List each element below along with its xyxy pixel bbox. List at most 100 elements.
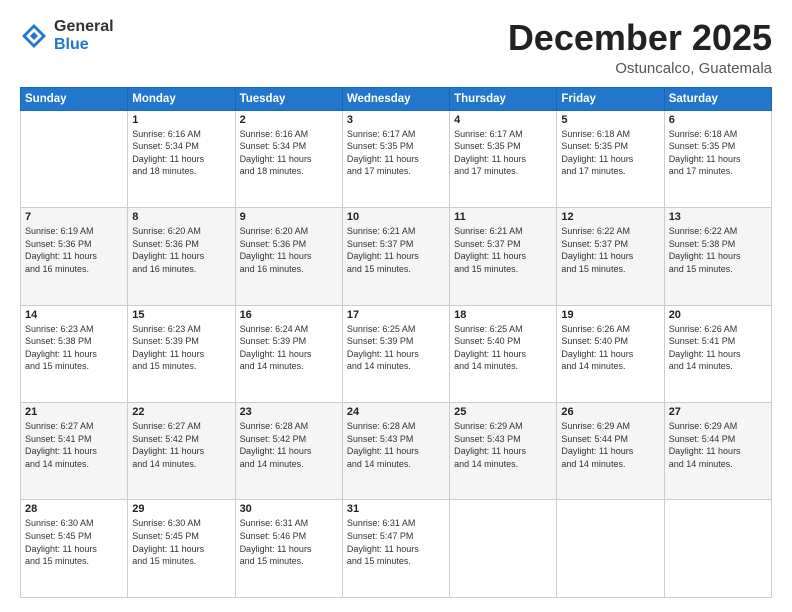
calendar-cell: 27 Sunrise: 6:29 AM Sunset: 5:44 PM Dayli… [664, 403, 771, 500]
day-info: Sunrise: 6:30 AM Sunset: 5:45 PM Dayligh… [25, 517, 123, 567]
calendar-cell: 2Sunrise: 6:16 AM Sunset: 5:34 PM Daylig… [235, 110, 342, 207]
calendar-cell: 7 Sunrise: 6:19 AM Sunset: 5:36 PM Daylig… [21, 208, 128, 305]
calendar-cell: 4Sunrise: 6:17 AM Sunset: 5:35 PM Daylig… [450, 110, 557, 207]
day-info: Sunrise: 6:16 AM Sunset: 5:34 PM Dayligh… [132, 128, 230, 178]
day-info: Sunrise: 6:28 AM Sunset: 5:42 PM Dayligh… [240, 420, 338, 470]
day-info: Sunrise: 6:18 AM Sunset: 5:35 PM Dayligh… [561, 128, 659, 178]
calendar-cell: 18Sunrise: 6:25 AM Sunset: 5:40 PM Dayli… [450, 305, 557, 402]
day-info: Sunrise: 6:22 AM Sunset: 5:37 PM Dayligh… [561, 225, 659, 275]
day-info: Sunrise: 6:25 AM Sunset: 5:39 PM Dayligh… [347, 323, 445, 373]
calendar-cell: 11Sunrise: 6:21 AM Sunset: 5:37 PM Dayli… [450, 208, 557, 305]
weekday-header-monday: Monday [128, 87, 235, 110]
weekday-header-sunday: Sunday [21, 87, 128, 110]
day-number: 20 [669, 309, 767, 321]
day-info: Sunrise: 6:23 AM Sunset: 5:39 PM Dayligh… [132, 323, 230, 373]
calendar-cell: 16Sunrise: 6:24 AM Sunset: 5:39 PM Dayli… [235, 305, 342, 402]
day-info: Sunrise: 6:30 AM Sunset: 5:45 PM Dayligh… [132, 517, 230, 567]
day-info: Sunrise: 6:22 AM Sunset: 5:38 PM Dayligh… [669, 225, 767, 275]
calendar-cell: 9 Sunrise: 6:20 AM Sunset: 5:36 PM Daylig… [235, 208, 342, 305]
day-info: Sunrise: 6:26 AM Sunset: 5:40 PM Dayligh… [561, 323, 659, 373]
day-number: 22 [132, 406, 230, 418]
day-number: 9 [240, 211, 338, 223]
logo-icon [20, 22, 48, 50]
calendar-cell: 20Sunrise: 6:26 AM Sunset: 5:41 PM Dayli… [664, 305, 771, 402]
calendar-cell: 13Sunrise: 6:22 AM Sunset: 5:38 PM Dayli… [664, 208, 771, 305]
logo-blue: Blue [54, 36, 114, 54]
calendar-cell: 22 Sunrise: 6:27 AM Sunset: 5:42 PM Dayli… [128, 403, 235, 500]
day-info: Sunrise: 6:19 AM Sunset: 5:36 PM Dayligh… [25, 225, 123, 275]
week-row-2: 7 Sunrise: 6:19 AM Sunset: 5:36 PM Daylig… [21, 208, 772, 305]
day-number: 24 [347, 406, 445, 418]
weekday-header-row: SundayMondayTuesdayWednesdayThursdayFrid… [21, 87, 772, 110]
week-row-4: 21 Sunrise: 6:27 AM Sunset: 5:41 PM Dayli… [21, 403, 772, 500]
day-number: 4 [454, 114, 552, 126]
weekday-header-tuesday: Tuesday [235, 87, 342, 110]
day-info: Sunrise: 6:31 AM Sunset: 5:46 PM Dayligh… [240, 517, 338, 567]
month-title: December 2025 [508, 18, 772, 58]
calendar-cell: 15Sunrise: 6:23 AM Sunset: 5:39 PM Dayli… [128, 305, 235, 402]
day-number: 12 [561, 211, 659, 223]
calendar-cell: 1 Sunrise: 6:16 AM Sunset: 5:34 PM Daylig… [128, 110, 235, 207]
day-number: 29 [132, 503, 230, 515]
day-info: Sunrise: 6:27 AM Sunset: 5:42 PM Dayligh… [132, 420, 230, 470]
page: General Blue December 2025 Ostuncalco, G… [0, 0, 792, 612]
day-number: 17 [347, 309, 445, 321]
day-number: 23 [240, 406, 338, 418]
calendar-cell: 8 Sunrise: 6:20 AM Sunset: 5:36 PM Daylig… [128, 208, 235, 305]
day-number: 5 [561, 114, 659, 126]
day-number: 21 [25, 406, 123, 418]
calendar-cell: 5 Sunrise: 6:18 AM Sunset: 5:35 PM Daylig… [557, 110, 664, 207]
day-number: 19 [561, 309, 659, 321]
day-info: Sunrise: 6:18 AM Sunset: 5:35 PM Dayligh… [669, 128, 767, 178]
day-info: Sunrise: 6:27 AM Sunset: 5:41 PM Dayligh… [25, 420, 123, 470]
day-number: 1 [132, 114, 230, 126]
day-info: Sunrise: 6:31 AM Sunset: 5:47 PM Dayligh… [347, 517, 445, 567]
calendar-cell: 23 Sunrise: 6:28 AM Sunset: 5:42 PM Dayli… [235, 403, 342, 500]
calendar-cell [664, 500, 771, 598]
calendar-cell: 3 Sunrise: 6:17 AM Sunset: 5:35 PM Daylig… [342, 110, 449, 207]
calendar-cell: 14 Sunrise: 6:23 AM Sunset: 5:38 PM Dayli… [21, 305, 128, 402]
day-number: 10 [347, 211, 445, 223]
day-info: Sunrise: 6:21 AM Sunset: 5:37 PM Dayligh… [347, 225, 445, 275]
calendar-cell: 26Sunrise: 6:29 AM Sunset: 5:44 PM Dayli… [557, 403, 664, 500]
day-number: 25 [454, 406, 552, 418]
calendar-cell: 10 Sunrise: 6:21 AM Sunset: 5:37 PM Dayli… [342, 208, 449, 305]
day-number: 3 [347, 114, 445, 126]
calendar-cell: 24 Sunrise: 6:28 AM Sunset: 5:43 PM Dayli… [342, 403, 449, 500]
day-number: 6 [669, 114, 767, 126]
day-number: 30 [240, 503, 338, 515]
calendar-cell: 21 Sunrise: 6:27 AM Sunset: 5:41 PM Dayli… [21, 403, 128, 500]
calendar-cell: 29 Sunrise: 6:30 AM Sunset: 5:45 PM Dayli… [128, 500, 235, 598]
day-number: 7 [25, 211, 123, 223]
day-number: 8 [132, 211, 230, 223]
day-info: Sunrise: 6:23 AM Sunset: 5:38 PM Dayligh… [25, 323, 123, 373]
calendar-cell: 25 Sunrise: 6:29 AM Sunset: 5:43 PM Dayli… [450, 403, 557, 500]
calendar-table: SundayMondayTuesdayWednesdayThursdayFrid… [20, 87, 772, 598]
day-info: Sunrise: 6:29 AM Sunset: 5:43 PM Dayligh… [454, 420, 552, 470]
weekday-header-wednesday: Wednesday [342, 87, 449, 110]
day-number: 14 [25, 309, 123, 321]
calendar-cell: 12 Sunrise: 6:22 AM Sunset: 5:37 PM Dayli… [557, 208, 664, 305]
day-info: Sunrise: 6:25 AM Sunset: 5:40 PM Dayligh… [454, 323, 552, 373]
day-info: Sunrise: 6:29 AM Sunset: 5:44 PM Dayligh… [669, 420, 767, 470]
day-number: 16 [240, 309, 338, 321]
day-info: Sunrise: 6:20 AM Sunset: 5:36 PM Dayligh… [132, 225, 230, 275]
header: General Blue December 2025 Ostuncalco, G… [20, 18, 772, 77]
day-info: Sunrise: 6:28 AM Sunset: 5:43 PM Dayligh… [347, 420, 445, 470]
calendar-cell: 6 Sunrise: 6:18 AM Sunset: 5:35 PM Daylig… [664, 110, 771, 207]
logo-general: General [54, 18, 114, 36]
day-info: Sunrise: 6:21 AM Sunset: 5:37 PM Dayligh… [454, 225, 552, 275]
calendar-cell: 30 Sunrise: 6:31 AM Sunset: 5:46 PM Dayli… [235, 500, 342, 598]
day-info: Sunrise: 6:20 AM Sunset: 5:36 PM Dayligh… [240, 225, 338, 275]
weekday-header-friday: Friday [557, 87, 664, 110]
calendar-cell [557, 500, 664, 598]
day-number: 27 [669, 406, 767, 418]
calendar-cell [21, 110, 128, 207]
week-row-3: 14 Sunrise: 6:23 AM Sunset: 5:38 PM Dayli… [21, 305, 772, 402]
calendar-cell: 19 Sunrise: 6:26 AM Sunset: 5:40 PM Dayli… [557, 305, 664, 402]
day-info: Sunrise: 6:17 AM Sunset: 5:35 PM Dayligh… [347, 128, 445, 178]
day-info: Sunrise: 6:29 AM Sunset: 5:44 PM Dayligh… [561, 420, 659, 470]
day-number: 28 [25, 503, 123, 515]
weekday-header-thursday: Thursday [450, 87, 557, 110]
day-info: Sunrise: 6:16 AM Sunset: 5:34 PM Dayligh… [240, 128, 338, 178]
